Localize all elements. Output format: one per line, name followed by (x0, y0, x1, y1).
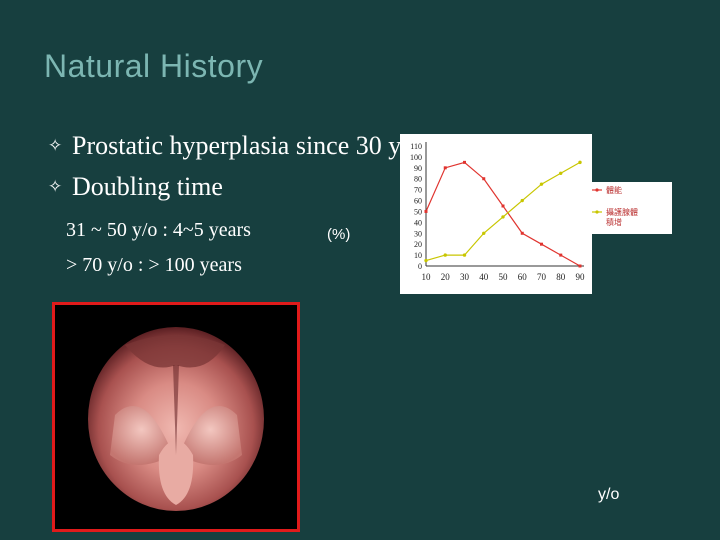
data-point (540, 242, 543, 246)
legend-marker (595, 210, 599, 214)
y-tick-label: 110 (410, 142, 422, 151)
y-tick-label: 10 (414, 251, 422, 260)
series-line (425, 161, 581, 267)
y-tick-label: 40 (414, 218, 422, 227)
endoscopic-photo (52, 302, 300, 532)
data-point (501, 204, 505, 208)
x-tick-label: 60 (518, 272, 528, 282)
data-point (539, 182, 544, 186)
line-chart: 010203040506070809010011010 20 30 40 50 60 70 8… (410, 142, 586, 282)
y-tick-label: 90 (414, 164, 422, 173)
y-tick-label: 20 (414, 240, 422, 249)
series-line (425, 161, 581, 262)
data-point (559, 253, 563, 257)
bullet-1: ✧ Prostatic hyperplasia since 30 y/o (48, 131, 421, 161)
bullet-1-text: Prostatic hyperplasia since 30 y/o (72, 131, 422, 160)
data-point (520, 198, 524, 203)
bullet-2: ✧ Doubling time (48, 172, 223, 202)
data-point (578, 160, 582, 165)
data-point (559, 171, 563, 175)
y-tick-label: 60 (414, 197, 422, 206)
x-tick-label: 10 (422, 272, 432, 282)
x-tick-label: 70 (537, 272, 547, 282)
data-point (462, 253, 467, 257)
slide-title: Natural History (44, 48, 264, 84)
legend-label: 積增 (606, 217, 622, 227)
chart-panel: 0 10 20 30 40 50 60 70 80 90 100 110 10 20 30 40 50 60 70 8… (400, 134, 592, 294)
data-point (578, 264, 582, 268)
data-point (501, 215, 505, 219)
x-tick-label: 30 (460, 272, 470, 282)
legend-marker (595, 188, 599, 192)
legend-label: 攝護腺體 (606, 207, 638, 217)
data-point (424, 258, 428, 263)
percent-label: (%) (327, 226, 351, 243)
x-tick-label: 50 (499, 272, 509, 282)
data-point (443, 253, 447, 257)
sparkle-bullet-icon: ✧ (48, 136, 63, 155)
legend-graphic: 體能攝護腺體積增 (592, 185, 638, 227)
legend-label: 體能 (606, 185, 622, 195)
x-tick-label: 80 (556, 272, 566, 282)
data-point (443, 166, 447, 170)
bullet-2-text: Doubling time (72, 172, 223, 201)
y-tick-label: 80 (414, 175, 422, 184)
detail-line-2: > 70 y/o : > 100 years (66, 254, 242, 276)
y-tick-label: 100 (410, 153, 422, 162)
y-tick-label: 0 (418, 262, 422, 271)
data-point (520, 231, 524, 235)
y-tick-label: 50 (414, 207, 422, 216)
data-point (463, 160, 466, 164)
y-tick-label: 70 (414, 186, 422, 195)
data-point (424, 209, 428, 213)
x-tick-label: 90 (576, 272, 586, 282)
sparkle-bullet-icon: ✧ (48, 177, 63, 196)
chart-legend: 體能 攝護腺體 積增 (588, 182, 672, 234)
data-point (482, 177, 486, 181)
x-tick-label: 40 (479, 272, 489, 282)
x-tick-label: 20 (441, 272, 451, 282)
y-tick-label: 30 (414, 229, 422, 238)
endoscopic-view-image (88, 327, 264, 511)
age-unit-label: y/o (598, 486, 620, 503)
detail-line-1: 31 ~ 50 y/o : 4~5 years (66, 219, 251, 241)
data-point (482, 231, 486, 235)
